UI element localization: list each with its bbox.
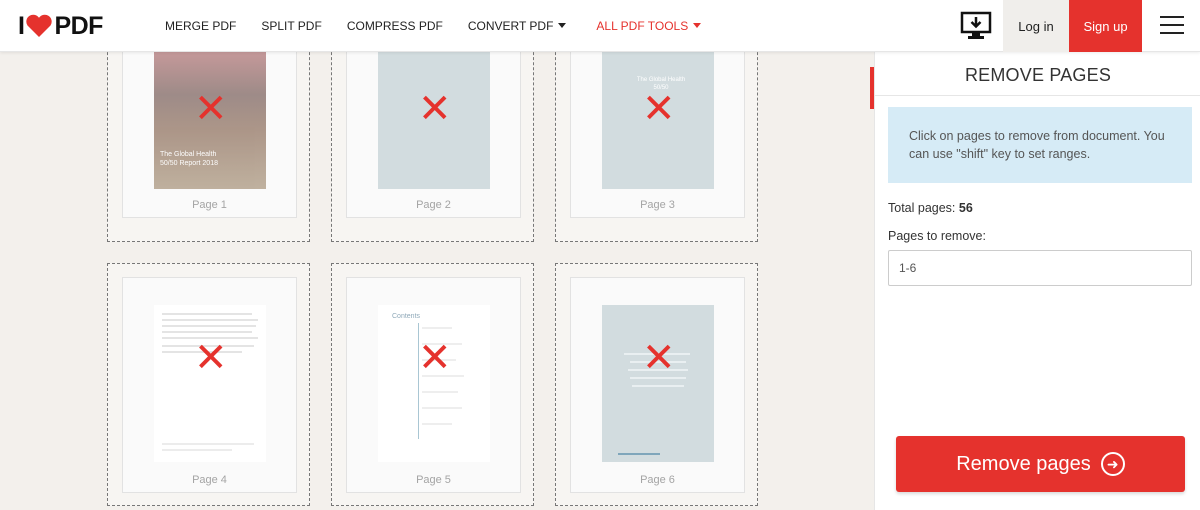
total-pages-label: Total pages: bbox=[888, 201, 956, 215]
remove-x-icon: ✕ bbox=[418, 87, 452, 131]
info-box: Click on pages to remove from document. … bbox=[888, 107, 1192, 183]
signup-button[interactable]: Sign up bbox=[1069, 0, 1142, 52]
remove-x-icon: ✕ bbox=[194, 87, 228, 131]
total-pages: Total pages: 56 bbox=[888, 201, 973, 215]
page-label: Page 1 bbox=[192, 199, 227, 211]
pages-to-remove-input[interactable] bbox=[888, 250, 1192, 286]
page-card-6[interactable]: ✕ Page 6 bbox=[555, 263, 758, 506]
sidebar-title: REMOVE PAGES bbox=[875, 52, 1200, 96]
remove-pages-button-label: Remove pages bbox=[956, 452, 1091, 475]
pages-grid: The Global Health 50/50 Report 2018 ✕ Pa… bbox=[0, 52, 870, 510]
page-label: Page 5 bbox=[416, 474, 451, 486]
page-card-4[interactable]: ✕ Page 4 bbox=[107, 263, 310, 506]
remove-x-icon: ✕ bbox=[642, 87, 676, 131]
pages-to-remove-label: Pages to remove: bbox=[888, 229, 986, 243]
page-frame: ✕ Page 2 bbox=[346, 52, 521, 218]
page-label: Page 6 bbox=[640, 474, 675, 486]
page-frame: The Global Health 50/50 Report 2018 ✕ Pa… bbox=[122, 52, 297, 218]
cover-title: The Global Health 50/50 Report 2018 bbox=[160, 151, 218, 167]
page-thumbnail bbox=[602, 305, 714, 462]
desktop-download-icon bbox=[960, 11, 991, 39]
login-button[interactable]: Log in bbox=[1003, 0, 1069, 52]
contents-heading: Contents bbox=[392, 313, 421, 320]
top-navbar: I PDF MERGE PDF SPLIT PDF COMPRESS PDF C… bbox=[0, 0, 1200, 52]
options-sidebar: REMOVE PAGES Click on pages to remove fr… bbox=[874, 52, 1200, 510]
nav-convert-pdf-label: CONVERT PDF bbox=[467, 19, 554, 33]
remove-x-icon: ✕ bbox=[418, 336, 452, 380]
page-label: Page 2 bbox=[416, 199, 451, 211]
page-frame: ✕ Page 4 bbox=[122, 277, 297, 493]
nav-split-pdf[interactable]: SPLIT PDF bbox=[261, 19, 321, 33]
nav-compress-pdf[interactable]: COMPRESS PDF bbox=[347, 19, 443, 33]
page-thumbnail bbox=[154, 305, 266, 462]
page-card-1[interactable]: The Global Health 50/50 Report 2018 ✕ Pa… bbox=[107, 52, 310, 242]
nav-convert-pdf[interactable]: CONVERT PDF bbox=[468, 19, 567, 33]
heart-icon bbox=[26, 14, 53, 37]
page-frame: ✕ Page 6 bbox=[570, 277, 745, 493]
page-label: Page 4 bbox=[192, 474, 227, 486]
remove-x-icon: ✕ bbox=[642, 336, 676, 380]
nav-merge-pdf[interactable]: MERGE PDF bbox=[165, 19, 236, 33]
chevron-down-icon bbox=[558, 23, 567, 28]
total-pages-value: 56 bbox=[958, 201, 973, 215]
page-frame: The Global Health 50/50 ✕ Page 3 bbox=[570, 52, 745, 218]
main-nav: MERGE PDF SPLIT PDF COMPRESS PDF CONVERT… bbox=[165, 0, 702, 52]
chevron-down-icon bbox=[693, 23, 702, 28]
logo-text-pdf: PDF bbox=[54, 11, 103, 40]
ilovepdf-logo[interactable]: I PDF bbox=[18, 12, 103, 40]
remove-x-icon: ✕ bbox=[194, 336, 228, 380]
page-thumbnail: Contents bbox=[378, 305, 490, 462]
hamburger-menu-icon[interactable] bbox=[1160, 16, 1184, 36]
page-card-3[interactable]: The Global Health 50/50 ✕ Page 3 bbox=[555, 52, 758, 242]
desktop-download-button[interactable] bbox=[948, 0, 1003, 52]
logo-text-i: I bbox=[18, 11, 25, 40]
page-label: Page 3 bbox=[640, 199, 675, 211]
nav-all-pdf-tools-label: ALL PDF TOOLS bbox=[596, 19, 689, 33]
page-card-2[interactable]: ✕ Page 2 bbox=[331, 52, 534, 242]
nav-all-pdf-tools[interactable]: ALL PDF TOOLS bbox=[596, 19, 702, 33]
page-frame: Contents ✕ Page 5 bbox=[346, 277, 521, 493]
page-card-5[interactable]: Contents ✕ Page 5 bbox=[331, 263, 534, 506]
arrow-right-circle-icon: ➜ bbox=[1100, 452, 1125, 476]
remove-pages-button[interactable]: Remove pages ➜ bbox=[896, 436, 1185, 492]
